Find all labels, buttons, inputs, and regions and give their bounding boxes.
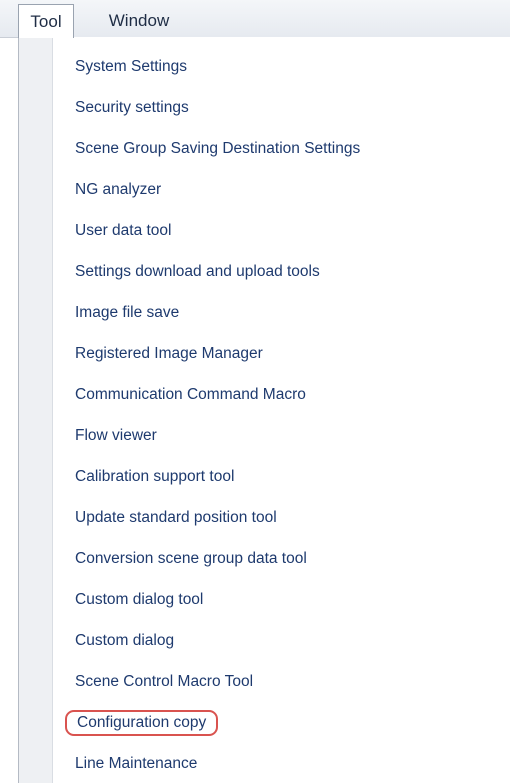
menu-item-user-data-tool[interactable]: User data tool [75,218,172,244]
menu-tool[interactable]: Tool [18,4,74,38]
application-window: Tool Window System Settings Security set… [0,0,510,783]
menu-item-security-settings[interactable]: Security settings [75,95,189,121]
menu-item-communication-command-macro[interactable]: Communication Command Macro [75,382,306,408]
menu-item-image-file-save[interactable]: Image file save [75,300,179,326]
tool-dropdown-menu: System Settings Security settings Scene … [18,37,510,783]
menu-item-flow-viewer[interactable]: Flow viewer [75,423,157,449]
menu-item-scene-control-macro-tool[interactable]: Scene Control Macro Tool [75,669,253,695]
menu-item-scene-group-saving-destination-settings[interactable]: Scene Group Saving Destination Settings [75,136,360,162]
menu-item-custom-dialog-tool[interactable]: Custom dialog tool [75,587,203,613]
menu-bar: Tool Window [0,0,510,38]
menu-item-calibration-support-tool[interactable]: Calibration support tool [75,464,234,490]
menu-item-update-standard-position-tool[interactable]: Update standard position tool [75,505,277,531]
menu-item-custom-dialog[interactable]: Custom dialog [75,628,174,654]
menu-item-line-maintenance[interactable]: Line Maintenance [75,751,197,777]
menu-item-registered-image-manager[interactable]: Registered Image Manager [75,341,263,367]
menu-window[interactable]: Window [94,4,184,38]
menu-item-system-settings[interactable]: System Settings [75,54,187,80]
menu-item-ng-analyzer[interactable]: NG analyzer [75,177,161,203]
menu-item-settings-download-upload-tools[interactable]: Settings download and upload tools [75,259,320,285]
menu-item-conversion-scene-group-data-tool[interactable]: Conversion scene group data tool [75,546,307,572]
menu-icon-gutter [19,37,53,783]
menu-item-configuration-copy[interactable]: Configuration copy [65,710,219,736]
